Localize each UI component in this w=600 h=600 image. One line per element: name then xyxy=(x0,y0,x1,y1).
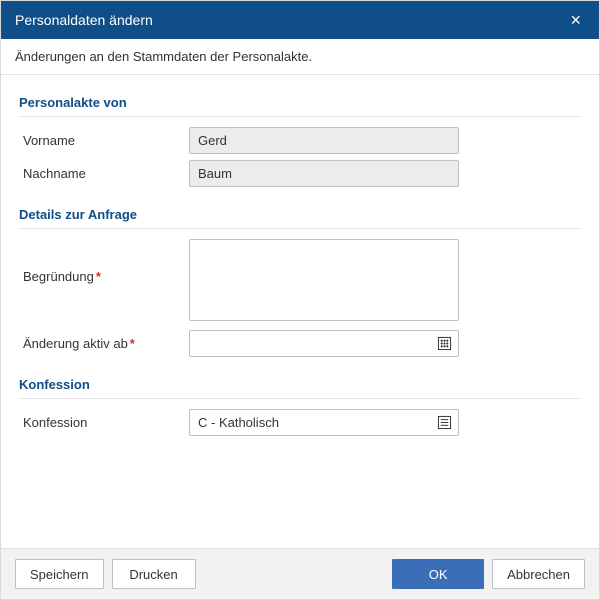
footer: Speichern Drucken OK Abbrechen xyxy=(1,548,599,599)
aktiv-ab-input[interactable] xyxy=(189,330,459,357)
dialog-subtitle: Änderungen an den Stammdaten der Persona… xyxy=(1,39,599,75)
row-begruendung: Begründung* xyxy=(19,239,581,324)
konfession-select[interactable] xyxy=(189,409,459,436)
label-konfession: Konfession xyxy=(19,409,189,436)
list-icon[interactable] xyxy=(435,414,453,432)
dialog: Personaldaten ändern × Änderungen an den… xyxy=(0,0,600,600)
row-konfession: Konfession xyxy=(19,409,581,436)
nachname-input xyxy=(189,160,459,187)
label-aktiv-ab-text: Änderung aktiv ab xyxy=(23,336,128,351)
label-vorname: Vorname xyxy=(19,127,189,154)
label-nachname: Nachname xyxy=(19,160,189,187)
label-begruendung: Begründung* xyxy=(19,239,189,290)
label-aktiv-ab: Änderung aktiv ab* xyxy=(19,330,189,357)
row-aktiv-ab: Änderung aktiv ab* xyxy=(19,330,581,357)
required-marker: * xyxy=(130,336,135,351)
begruendung-textarea[interactable] xyxy=(189,239,459,321)
label-begruendung-text: Begründung xyxy=(23,269,94,284)
vorname-input xyxy=(189,127,459,154)
content: Personalakte von Vorname Nachname Detail… xyxy=(1,75,599,548)
section-title-details: Details zur Anfrage xyxy=(19,193,581,228)
required-marker: * xyxy=(96,269,101,284)
section-rule xyxy=(19,228,581,229)
drucken-button[interactable]: Drucken xyxy=(112,559,196,589)
speichern-button[interactable]: Speichern xyxy=(15,559,104,589)
titlebar: Personaldaten ändern × xyxy=(1,1,599,39)
calendar-icon[interactable] xyxy=(435,335,453,353)
row-nachname: Nachname xyxy=(19,160,581,187)
dialog-title: Personaldaten ändern xyxy=(15,12,153,28)
abbrechen-button[interactable]: Abbrechen xyxy=(492,559,585,589)
row-vorname: Vorname xyxy=(19,127,581,154)
close-icon[interactable]: × xyxy=(566,7,585,33)
ok-button[interactable]: OK xyxy=(392,559,484,589)
section-title-personalakte: Personalakte von xyxy=(19,81,581,116)
section-title-konfession: Konfession xyxy=(19,363,581,398)
section-rule xyxy=(19,116,581,117)
section-rule xyxy=(19,398,581,399)
